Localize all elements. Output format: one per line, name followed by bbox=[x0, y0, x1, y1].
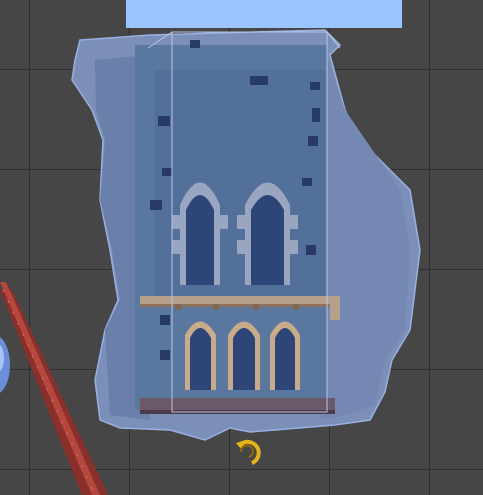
gothic-tower-model[interactable] bbox=[71, 29, 421, 441]
blue-sphere[interactable] bbox=[0, 335, 10, 395]
diagonal-red-pipe[interactable] bbox=[0, 282, 108, 495]
scene-canvas bbox=[0, 29, 421, 495]
rotation-gizmo-icon[interactable] bbox=[236, 439, 261, 465]
tower-right-side bbox=[320, 50, 410, 418]
scene-viewport[interactable] bbox=[0, 0, 483, 495]
lower-arched-windows bbox=[185, 321, 300, 390]
